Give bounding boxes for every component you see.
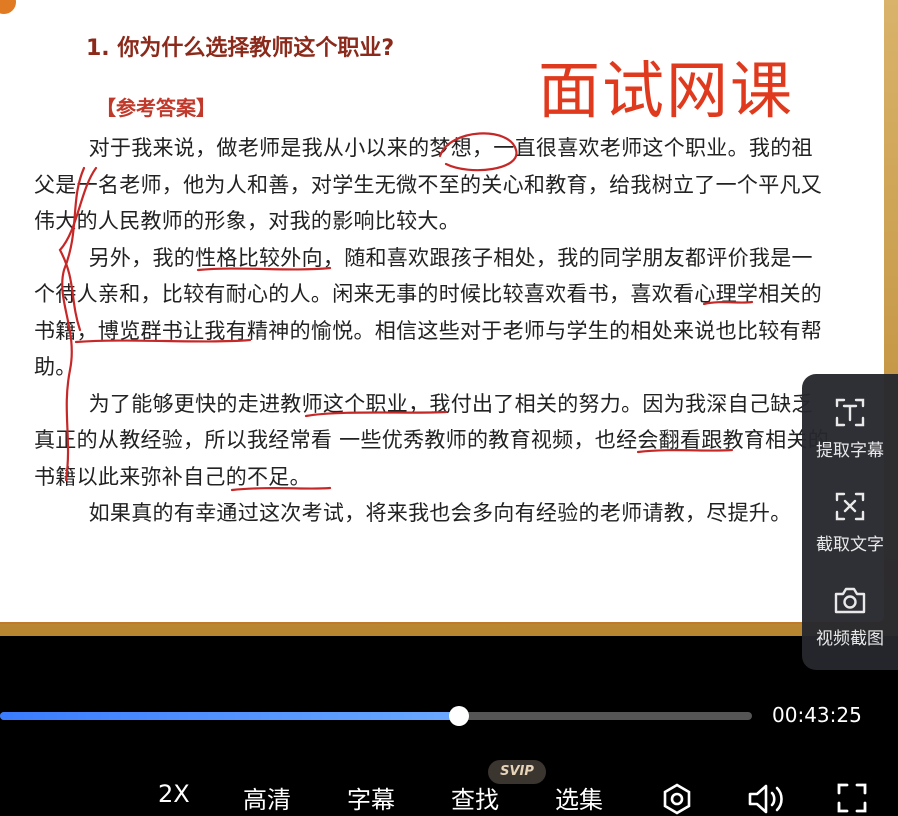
answer-label: 【参考答案】 — [96, 96, 216, 120]
speed-button[interactable]: 2X — [158, 780, 190, 808]
answer-paragraph: 对于我来说，做老师是我从小以来的梦想，一直很喜欢老师这个职业。我的祖父是一名老师… — [34, 136, 823, 233]
sidebar-item-label: 提取字幕 — [816, 441, 884, 461]
video-screenshot-button[interactable]: 视频截图 — [802, 582, 898, 674]
corner-dot — [0, 0, 16, 14]
slide-frame: 1. 你为什么选择教师这个职业? 面试网课 【参考答案】 对于我来说，做老师是我… — [0, 0, 898, 636]
extract-subtitle-icon — [835, 398, 865, 427]
volume-icon[interactable] — [746, 782, 786, 816]
capture-text-icon — [835, 492, 865, 521]
answer-paragraph: 为了能够更快的走进教师这个职业，我付出了相关的努力。因为我深自己缺乏真正的从教经… — [34, 391, 830, 489]
progress-fill — [0, 712, 459, 720]
playback-time: 00:43:25 — [772, 703, 862, 727]
sidebar-item-label: 视频截图 — [816, 629, 884, 649]
subtitles-button[interactable]: 字幕 — [347, 780, 395, 815]
answer-body: 对于我来说，做老师是我从小以来的梦想，一直很喜欢老师这个职业。我的祖父是一名老师… — [34, 130, 834, 532]
answer-paragraph: 如果真的有幸通过这次考试，将来我也会多向有经验的老师请教，尽提升。 — [88, 501, 792, 525]
answer-paragraph: 另外，我的性格比较外向，随和喜欢跟孩子相处，我的同学朋友都评价我是一个待人亲和，… — [34, 245, 823, 380]
episodes-button[interactable]: 选集 — [555, 780, 603, 815]
settings-icon[interactable] — [660, 782, 694, 816]
capture-text-button[interactable]: 截取文字 — [802, 488, 898, 580]
player-controls: 2X 高清 字幕 查找 选集 — [0, 770, 898, 815]
progress-bar[interactable] — [0, 706, 752, 726]
fullscreen-icon[interactable] — [836, 782, 868, 814]
progress-handle[interactable] — [448, 706, 469, 726]
extract-subtitle-button[interactable]: 提取字幕 — [802, 394, 898, 486]
question-title: 1. 你为什么选择教师这个职业? — [86, 36, 395, 61]
camera-icon — [834, 587, 866, 614]
watermark-text: 面试网课 — [538, 54, 795, 127]
sidebar-item-label: 截取文字 — [816, 535, 884, 555]
quality-button[interactable]: 高清 — [243, 780, 291, 815]
tool-sidebar: 提取字幕 截取文字 视频截图 — [802, 374, 898, 670]
lecture-slide: 1. 你为什么选择教师这个职业? 面试网课 【参考答案】 对于我来说，做老师是我… — [0, 0, 884, 622]
search-button[interactable]: 查找 — [451, 780, 499, 815]
